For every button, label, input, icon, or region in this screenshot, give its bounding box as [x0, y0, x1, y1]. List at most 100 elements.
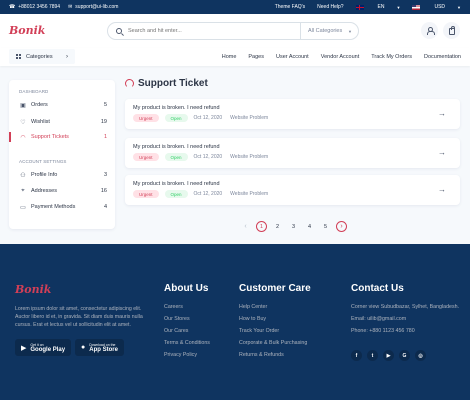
search-icon [116, 28, 122, 34]
sidebar-item-count: 16 [100, 188, 107, 194]
ticket-title: My product is broken. I need refund [133, 144, 220, 150]
chevron-down-icon: ▼ [457, 4, 461, 10]
footer-link-bulk[interactable]: Corporate & Bulk Purchasing [239, 339, 311, 351]
footer-link-privacy[interactable]: Privacy Policy [164, 351, 210, 363]
ticket-date: Oct 12, 2020 [193, 191, 223, 197]
logo[interactable]: Bonik [9, 24, 45, 37]
footer-link-track-order[interactable]: Track Your Order [239, 327, 311, 339]
prev-page-button[interactable]: ‹ [240, 221, 251, 232]
sidebar-item-label: Profile Info [31, 172, 58, 178]
contact-email: Email: uilib@gmail.com [351, 316, 407, 322]
headset-icon: ◠ [20, 134, 26, 141]
cart-button[interactable] [443, 22, 460, 39]
contact-address: Corner view Subudbazar, Sylhet, Banglade… [351, 304, 460, 310]
nav-link-track-orders[interactable]: Track My Orders [371, 54, 412, 60]
next-page-button[interactable]: › [336, 221, 347, 232]
us-flag-icon [412, 4, 421, 10]
header: Bonik All Categories ▼ [0, 14, 470, 48]
account-settings-heading: ACCOUNT SETTINGS [19, 159, 67, 164]
phone-number: +88012 3456 7894 [18, 4, 61, 10]
categories-button[interactable]: Categories › [9, 49, 75, 64]
nav-link-documentation[interactable]: Documentation [424, 54, 461, 60]
sidebar-item-addresses[interactable]: ⌖ Addresses 16 [9, 186, 115, 196]
ticket-meta: Urgent Open Oct 12, 2020 Website Problem [133, 114, 268, 122]
footer-link-returns[interactable]: Returns & Refunds [239, 351, 311, 363]
ticket-title: My product is broken. I need refund [133, 181, 220, 187]
dashboard-heading: DASHBOARD [19, 89, 49, 94]
contact-phone: Phone: +880 1123 456 780 [351, 328, 415, 334]
ticket-date: Oct 12, 2020 [193, 115, 223, 121]
arrow-right-icon[interactable]: → [438, 109, 446, 118]
user-account-button[interactable] [421, 22, 438, 39]
youtube-icon[interactable]: ▶ [383, 350, 394, 361]
ticket-row[interactable]: My product is broken. I need refund Urge… [125, 99, 460, 129]
sidebar-item-support-tickets[interactable]: ◠ Support Tickets 1 [9, 132, 115, 142]
footer-logo[interactable]: Bonik [15, 283, 51, 296]
app-store-button[interactable]: ● Download on the App Store [75, 339, 124, 356]
footer-link-terms[interactable]: Terms & Conditions [164, 339, 210, 351]
sidebar-item-profile-info[interactable]: ⚇ Profile Info 3 [9, 170, 115, 180]
sidebar-item-label: Support Tickets [31, 134, 69, 140]
nav-link-user-account[interactable]: User Account [276, 54, 309, 60]
footer-link-cares[interactable]: Our Cares [164, 327, 210, 339]
status-badge: Open [164, 114, 188, 122]
footer-link-help-center[interactable]: Help Center [239, 303, 311, 315]
email-contact[interactable]: ✉ support@ui-lib.com [68, 4, 118, 10]
help-link[interactable]: Need Help? [317, 4, 343, 10]
nav-link-home[interactable]: Home [222, 54, 237, 60]
language-select[interactable]: EN ▼ [355, 4, 401, 10]
phone-contact[interactable]: ☎ +88012 3456 7894 [9, 4, 60, 10]
apple-icon: ● [81, 344, 86, 351]
sidebar-item-wishlist[interactable]: ♡ Wishlist 19 [9, 117, 115, 127]
currency-select[interactable]: USD ▼ [412, 4, 461, 10]
status-badge: Open [164, 153, 188, 161]
twitter-icon[interactable]: t [367, 350, 378, 361]
ticket-meta: Urgent Open Oct 12, 2020 Website Problem [133, 153, 268, 161]
nav-link-vendor-account[interactable]: Vendor Account [321, 54, 360, 60]
page-button-1[interactable]: 1 [256, 221, 267, 232]
page-button-2[interactable]: 2 [272, 221, 283, 232]
page-button-4[interactable]: 4 [304, 221, 315, 232]
social-links: f t ▶ G ◎ [351, 350, 431, 361]
search-input[interactable] [128, 28, 300, 34]
uk-flag-icon [355, 4, 364, 10]
user-icon [426, 27, 435, 35]
faq-link[interactable]: Theme FAQ's [275, 4, 305, 10]
footer: Bonik Lorem ipsum dolor sit amet, consec… [0, 244, 470, 400]
page-button-3[interactable]: 3 [288, 221, 299, 232]
search-bar: All Categories ▼ [107, 22, 359, 40]
facebook-icon[interactable]: f [351, 350, 362, 361]
footer-contact: Contact Us Corner view Subudbazar, Sylhe… [351, 283, 461, 335]
grid-icon [16, 54, 21, 59]
sidebar-item-label: Wishlist [31, 119, 50, 125]
sidebar-item-count: 3 [103, 172, 107, 178]
footer-about: About Us Careers Our Stores Our Cares Te… [164, 283, 210, 363]
page-title-row: Support Ticket [125, 78, 208, 89]
nav-link-pages[interactable]: Pages [248, 54, 264, 60]
chevron-right-icon: › [66, 53, 68, 60]
sidebar-item-label: Orders [31, 102, 48, 108]
sidebar-item-payment-methods[interactable]: ▭ Payment Methods 4 [9, 202, 115, 212]
google-icon[interactable]: G [399, 350, 410, 361]
footer-link-careers[interactable]: Careers [164, 303, 210, 315]
google-play-button[interactable]: ▶ Get it on Google Play [15, 339, 72, 356]
category-select[interactable]: All Categories ▼ [300, 23, 358, 39]
phone-icon: ☎ [9, 4, 16, 10]
chevron-down-icon: ▼ [396, 4, 401, 10]
bag-icon: ▣ [20, 102, 26, 109]
page-title: Support Ticket [138, 78, 208, 89]
footer-contact-heading: Contact Us [351, 283, 404, 294]
sidebar-item-orders[interactable]: ▣ Orders 5 [9, 100, 115, 110]
language-value: EN [377, 4, 385, 10]
arrow-right-icon[interactable]: → [438, 148, 446, 157]
page-button-5[interactable]: 5 [320, 221, 331, 232]
instagram-icon[interactable]: ◎ [415, 350, 426, 361]
footer-link-stores[interactable]: Our Stores [164, 315, 210, 327]
google-play-label: Google Play [30, 346, 66, 353]
sidebar-item-label: Addresses [31, 188, 57, 194]
ticket-row[interactable]: My product is broken. I need refund Urge… [125, 138, 460, 168]
footer-link-how-to-buy[interactable]: How to Buy [239, 315, 311, 327]
arrow-right-icon[interactable]: → [438, 185, 446, 194]
ticket-row[interactable]: My product is broken. I need refund Urge… [125, 175, 460, 205]
email-address: support@ui-lib.com [75, 4, 119, 10]
